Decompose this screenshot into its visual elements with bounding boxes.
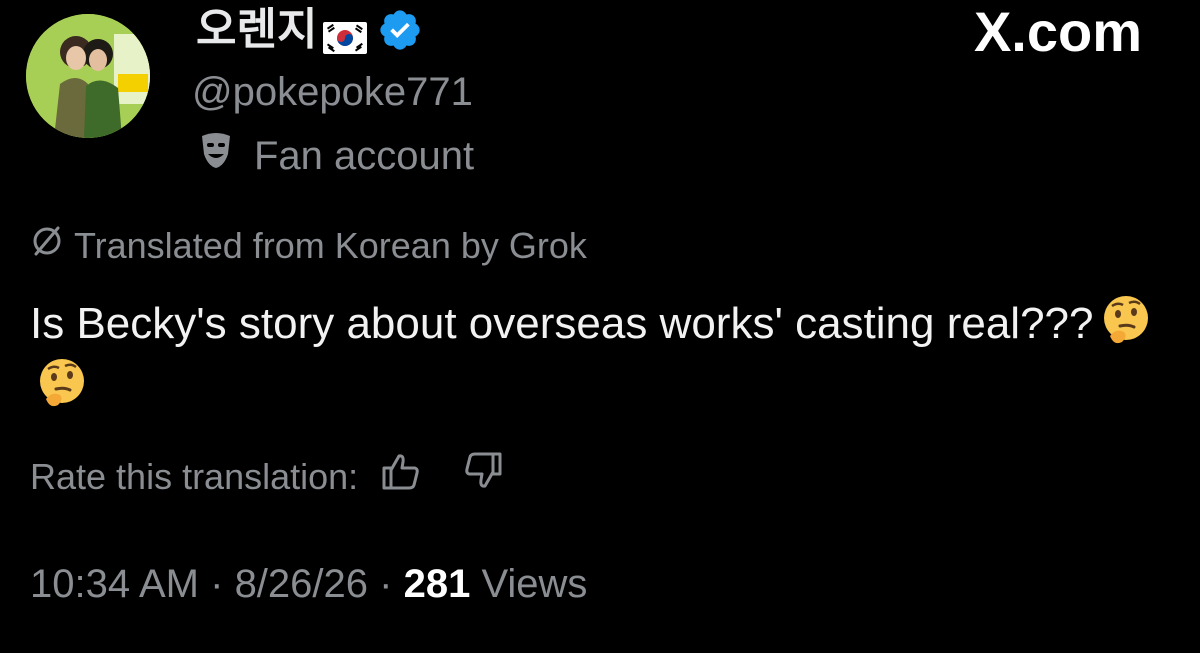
x-com-logo: X.com [973, 0, 1142, 63]
display-name[interactable]: 오렌지 [196, 4, 317, 56]
verified-badge-icon[interactable] [377, 7, 423, 53]
account-label-text: Fan account [254, 133, 475, 178]
south-korea-flag-icon [323, 14, 368, 54]
account-label: Fan account [196, 130, 474, 181]
display-name-row: 오렌지 [196, 4, 423, 56]
separator: · [199, 562, 235, 606]
tweet-date[interactable]: 8/26/26 [235, 562, 368, 606]
theater-mask-icon [196, 130, 236, 181]
tweet-body: Is Becky's story about overseas works' c… [30, 299, 1094, 348]
tweet-meta: 10:34 AM · 8/26/26 · 281 Views [30, 556, 587, 612]
thumbs-down-icon[interactable] [462, 450, 504, 504]
avatar[interactable] [26, 14, 150, 138]
translation-note: Translated from Korean by Grok [30, 222, 587, 270]
thinking-face-emoji [1098, 292, 1154, 348]
views-label: Views [470, 562, 588, 606]
rate-translation-label: Rate this translation: [30, 456, 359, 497]
translate-icon [30, 222, 64, 270]
translation-note-text: Translated from Korean by Grok [74, 225, 587, 266]
views-count[interactable]: 281 [404, 562, 471, 606]
tweet-text: Is Becky's story about overseas works' c… [30, 292, 1170, 418]
thumbs-up-icon[interactable] [380, 450, 422, 504]
user-handle[interactable]: @pokepoke771 [192, 68, 473, 116]
tweet-time[interactable]: 10:34 AM [30, 562, 199, 606]
thinking-face-emoji [34, 355, 90, 411]
rate-translation: Rate this translation: [30, 450, 504, 504]
separator: · [368, 562, 404, 606]
